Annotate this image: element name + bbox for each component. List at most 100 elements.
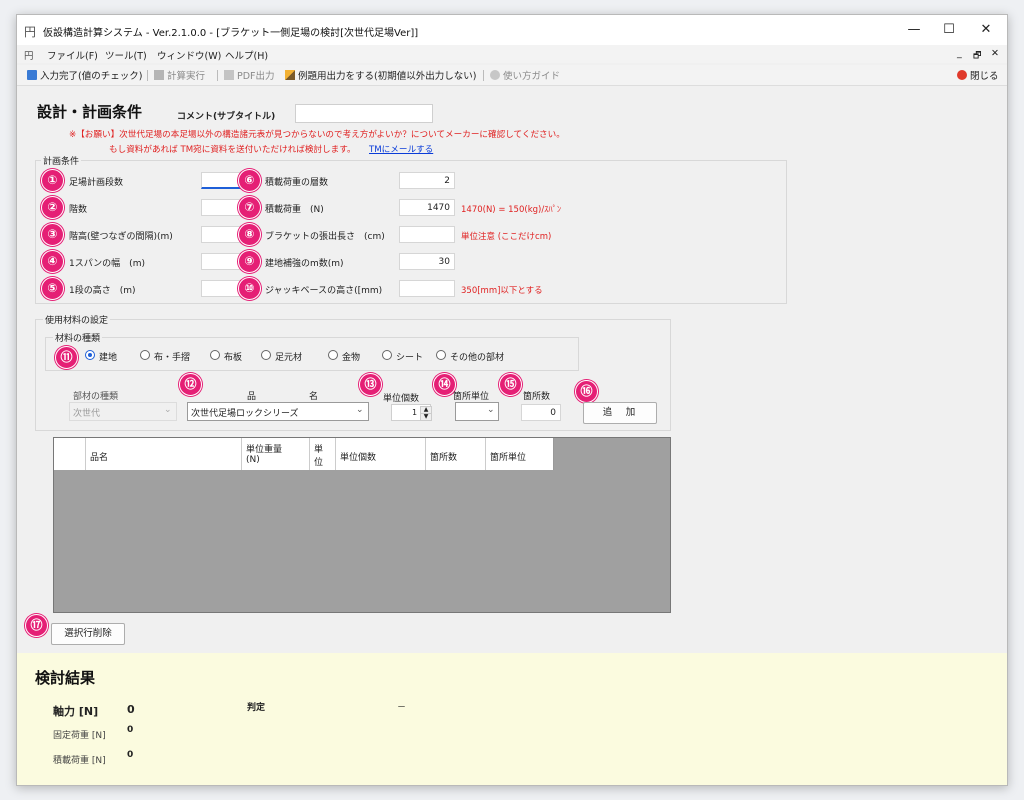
result-title: 検討結果 [35,669,96,687]
badge-12: ⑫ [179,373,202,396]
judge-value: － [397,703,407,713]
plan-group-title: 計画条件 [41,154,82,167]
post-reinforce-input[interactable]: 30 [399,253,455,270]
mdi-restore-button[interactable]: 🗗 [973,48,981,64]
plan-stages-label: 足場計画段数 [69,178,124,188]
badge-6: ⑥ [238,169,261,192]
radio-deck-label: 布板 [224,353,243,363]
notice-line-2: もし資料があれば TM宛に資料を送付いただければ検討します。 [109,145,356,155]
bracket-length-note: 単位注意 (ここだけcm) [461,232,552,242]
title-bar: 円 仮設構造計算システム - Ver.2.1.0.0 - [ブラケット一側足場の… [17,15,1007,45]
mdi-close-button[interactable]: ✕ [991,48,999,59]
part-name-select[interactable]: 次世代足場ロックシリーズ ⌄ [187,402,369,421]
live-load-result-label: 積載荷重 [N] [53,756,106,766]
pencil-icon [285,70,295,80]
example-output-button[interactable]: 例題用出力をする(初期値以外出力しない) [285,68,476,82]
live-load-result-value: 0 [127,750,134,760]
input-done-button[interactable]: 入力完了(値のチェック) [27,68,142,82]
bracket-length-input[interactable] [399,226,455,243]
window-title: 仮設構造計算システム - Ver.2.1.0.0 - [ブラケット一側足場の検討… [43,28,419,39]
badge-2: ② [41,196,64,219]
stage-height-label: 1段の高さ (m) [69,286,136,296]
close-button[interactable]: ✕ [969,19,1003,41]
radio-deck[interactable] [210,350,220,360]
axial-force-value: 0 [127,703,135,716]
mdi-child-icon[interactable]: 円 [24,48,34,62]
badge-16: ⑯ [575,380,598,403]
place-unit-select[interactable]: ⌄ [455,402,499,421]
radio-other[interactable] [436,350,446,360]
place-count-label: 箇所数 [523,392,551,402]
radio-hardware[interactable] [328,350,338,360]
table-header-unit[interactable]: 単 位 [310,438,336,470]
notice-line-1: ※【お願い】次世代足場の本足場以外の構造諸元表が見つからないので考え方がよいか？… [69,130,565,140]
radio-sheet[interactable] [382,350,392,360]
app-icon: 円 [24,25,37,39]
materials-group-title: 使用材料の設定 [43,313,111,326]
comment-input[interactable] [295,104,433,123]
badge-4: ④ [41,250,64,273]
comment-label: コメント(サブタイトル) [177,112,276,122]
chevron-down-icon: ⌄ [356,405,364,415]
material-kind-title: 材料の種類 [53,331,103,344]
part-name-value: 次世代足場ロックシリーズ [191,409,299,419]
close-form-button[interactable]: 閉じる [957,68,999,82]
unit-count-stepper[interactable]: 1 ▲ ▼ [391,404,432,421]
axial-force-label: 軸力 [N] [53,705,99,718]
mail-link[interactable]: TMにメールする [369,143,433,155]
stepper-down-icon[interactable]: ▼ [420,413,432,421]
radio-other-label: その他の部材 [450,353,505,363]
jack-base-input[interactable] [399,280,455,297]
page-title: 設計・計画条件 [37,103,143,121]
unit-count-label: 単位個数 [383,394,420,404]
load-layers-input[interactable]: 2 [399,172,455,189]
radio-hardware-label: 金物 [342,353,361,363]
table-header-place-unit[interactable]: 箇所単位 [486,438,554,470]
chevron-down-icon: ⌄ [164,405,172,415]
radio-ledger-label: 布・手摺 [154,353,191,363]
radio-sheet-label: シート [396,353,424,363]
radio-ledger[interactable] [140,350,150,360]
howto-button[interactable]: 使い方ガイド [490,68,560,82]
toolbar: 入力完了(値のチェック) 計算実行 PDF出力 例題用出力をする(初期値以外出力… [17,65,1007,86]
calc-button[interactable]: 計算実行 [154,68,205,82]
result-panel: 検討結果 軸力 [N] 0 判定 － 固定荷重 [N] 0 積載荷重 [N] 0 [17,653,1007,785]
part-kind-value: 次世代 [73,409,101,419]
table-header-unit-weight[interactable]: 単位重量 (N) [242,438,310,470]
table-header-selector [54,438,86,470]
materials-table[interactable]: 品名 単位重量 (N) 単 位 単位個数 箇所数 箇所単位 [53,437,671,613]
table-header-place-count[interactable]: 箇所数 [426,438,486,470]
app-window: 円 仮設構造計算システム - Ver.2.1.0.0 - [ブラケット一側足場の… [16,14,1008,786]
badge-13: ⑬ [359,373,382,396]
calculator-icon [154,70,164,80]
unit-count-value: 1 [412,408,418,417]
toolbar-divider [483,70,484,81]
badge-17: ⑰ [25,614,48,637]
maximize-button[interactable]: ☐ [932,19,966,41]
toolbar-divider [217,70,218,81]
minimize-button[interactable]: — [897,19,931,41]
help-icon [490,70,500,80]
menu-file[interactable]: ファイル(F) [47,48,98,62]
badge-8: ⑧ [238,223,261,246]
part-kind-select[interactable]: 次世代 ⌄ [69,402,177,421]
radio-footing-label: 足元材 [275,353,303,363]
menu-bar: 円 ファイル(F) ツール(T) ウィンドウ(W) ヘルプ(H) _ 🗗 ✕ [17,45,1007,63]
radio-post[interactable] [85,350,95,360]
place-count-input[interactable]: 0 [521,404,561,421]
radio-footing[interactable] [261,350,271,360]
menu-help[interactable]: ヘルプ(H) [225,48,268,62]
menu-tools[interactable]: ツール(T) [105,48,147,62]
pdf-button[interactable]: PDF出力 [224,68,275,82]
badge-11: ⑪ [55,346,78,369]
mdi-minimize-button[interactable]: _ [957,48,962,59]
load-layers-label: 積載荷重の層数 [265,178,329,188]
add-button[interactable]: 追 加 [583,402,657,424]
live-load-input[interactable]: 1470 [399,199,455,216]
table-header-unit-count[interactable]: 単位個数 [336,438,426,470]
delete-row-button[interactable]: 選択行削除 [51,623,125,645]
menu-window[interactable]: ウィンドウ(W) [157,48,221,62]
table-header-name[interactable]: 品名 [86,438,242,470]
pdf-icon [224,70,234,80]
badge-15: ⑮ [499,373,522,396]
